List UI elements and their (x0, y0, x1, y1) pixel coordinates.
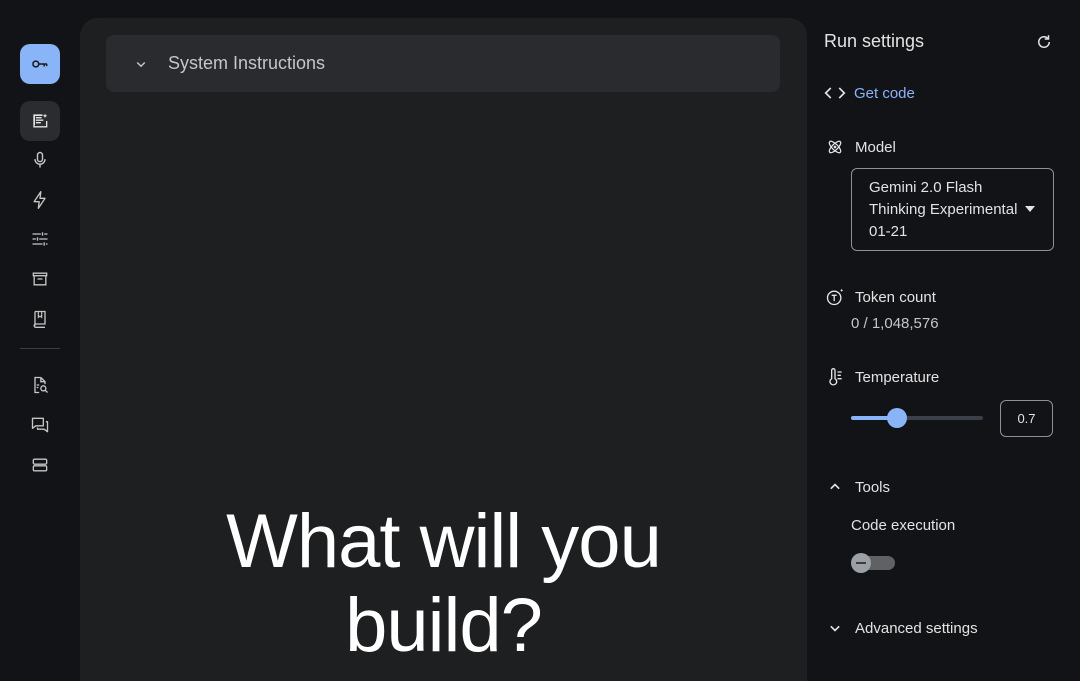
forum-button[interactable] (20, 405, 60, 445)
chevron-down-icon (136, 61, 146, 67)
tools-label: Tools (855, 478, 891, 496)
temperature-slider[interactable] (851, 408, 983, 428)
system-instructions-label: System Instructions (168, 53, 326, 73)
advanced-settings-label: Advanced settings (855, 619, 978, 637)
advanced-settings-toggle[interactable]: Advanced settings (825, 618, 978, 638)
code-execution-label: Code execution (851, 517, 956, 534)
model-section-header: Model (825, 137, 896, 157)
chat-prompt-icon (33, 113, 48, 128)
model-label: Model (855, 138, 896, 156)
create-prompt-button[interactable] (20, 101, 60, 141)
api-key-button[interactable] (20, 44, 60, 84)
nav-divider (20, 348, 60, 349)
reset-settings-button[interactable] (1035, 33, 1053, 51)
model-value-line-1: Gemini 2.0 Flash (869, 179, 983, 196)
bolt-icon (33, 191, 46, 209)
run-settings-panel: Run settings Get code Model Gemini 2.0 F… (807, 0, 1080, 681)
starter-apps-button[interactable] (20, 180, 60, 220)
temperature-header: Temperature (825, 367, 939, 387)
model-atom-icon (828, 140, 842, 154)
get-code-button[interactable]: Get code (824, 84, 915, 102)
token-count-header: Token count (825, 287, 936, 307)
slider-thumb[interactable] (887, 408, 907, 428)
toggle-knob (851, 553, 871, 573)
token-count-value: 0 / 1,048,576 (851, 315, 939, 332)
library-button[interactable] (20, 259, 60, 299)
microphone-icon (34, 151, 46, 168)
temperature-label: Temperature (855, 368, 940, 386)
tune-model-button[interactable] (20, 219, 60, 259)
doc-search-icon (34, 376, 48, 394)
hero-heading: What will you build? (80, 500, 807, 668)
prompt-gallery-button[interactable] (20, 299, 60, 339)
code-icon (824, 87, 846, 99)
run-settings-title: Run settings (824, 31, 925, 51)
forum-icon (31, 417, 49, 433)
token-icon (826, 288, 844, 306)
toggle-off-icon (856, 562, 866, 564)
stream-realtime-button[interactable] (20, 140, 60, 180)
code-execution-toggle[interactable] (851, 553, 895, 573)
dropdown-arrow-icon (1025, 206, 1035, 212)
key-icon (32, 60, 48, 68)
left-nav-rail (0, 0, 80, 681)
prompt-area: System Instructions What will you build? (80, 18, 807, 681)
hero-line-1: What will you (226, 499, 662, 584)
thermometer-icon (829, 368, 842, 386)
token-count-label: Token count (855, 288, 936, 306)
tune-icon (32, 232, 48, 246)
changelog-button[interactable] (20, 445, 60, 485)
get-code-label: Get code (854, 84, 915, 102)
model-value-line-3: 01-21 (869, 223, 908, 240)
tools-section-toggle[interactable]: Tools (825, 477, 890, 497)
temperature-input[interactable]: 0.7 (1000, 400, 1053, 437)
chevron-up-icon (830, 483, 840, 490)
documentation-button[interactable] (20, 365, 60, 405)
hero-line-2: build? (345, 583, 543, 668)
book-icon (33, 310, 46, 328)
storage-icon (32, 458, 48, 472)
model-select[interactable]: Gemini 2.0 Flash Thinking Experimental 0… (851, 168, 1054, 251)
archive-icon (32, 272, 48, 286)
system-instructions-toggle[interactable]: System Instructions (106, 35, 780, 92)
chevron-down-icon (830, 625, 840, 632)
